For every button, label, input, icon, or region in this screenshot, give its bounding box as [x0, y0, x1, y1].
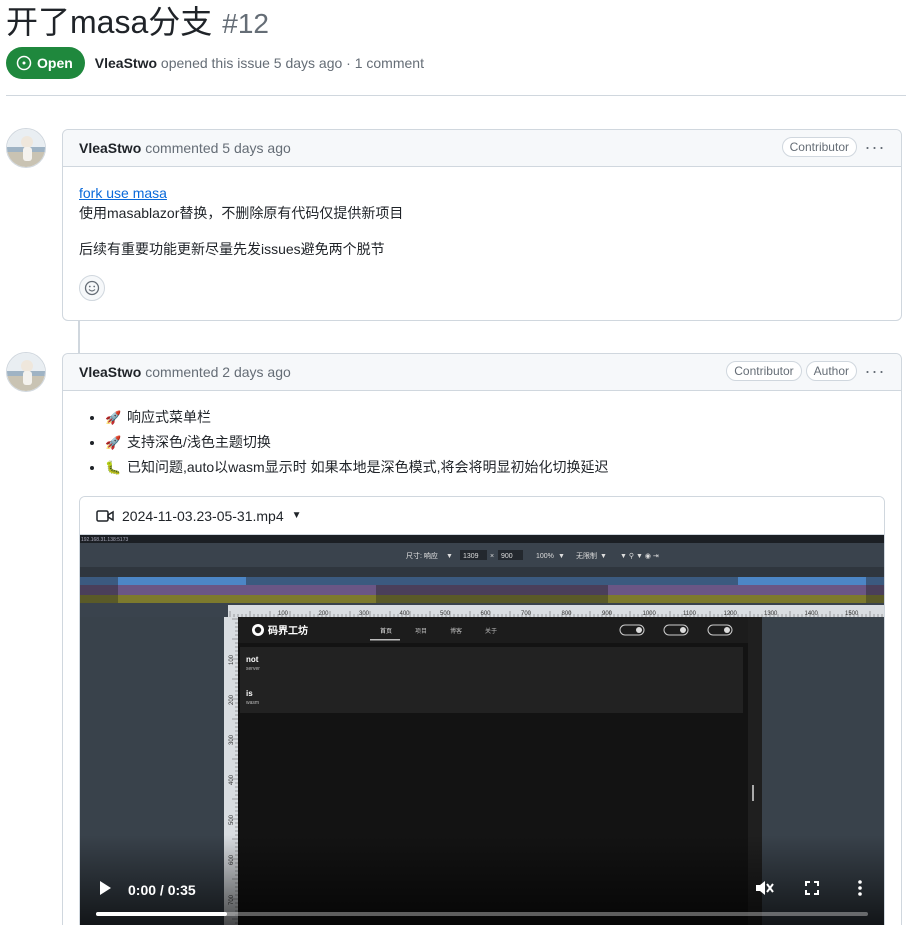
- ruler-label: 500: [440, 611, 451, 617]
- comment-body: fork use masa 使用masablazor替换，不删除原有代码仅提供新…: [63, 167, 901, 317]
- site-nav-item: 首页: [380, 627, 392, 635]
- device-height: 900: [501, 553, 513, 560]
- feature-list: 🚀响应式菜单栏 🚀支持深色/浅色主题切换 🐛已知问题,auto以wasm显示时 …: [79, 405, 885, 480]
- issue-title: 开了masa分支: [6, 4, 213, 40]
- device-throttle: 无限制: [576, 551, 597, 560]
- avatar[interactable]: [6, 128, 46, 168]
- video-time: 0:00 / 0:35: [128, 882, 196, 898]
- site-nav-item: 博客: [450, 627, 462, 635]
- card-title: not: [246, 655, 259, 664]
- video-url-text: 192.168.31.138:5173: [81, 537, 128, 543]
- comment-header-actions: Contributor ···: [781, 137, 889, 157]
- svg-text:▼: ▼: [558, 553, 565, 560]
- vertical-dots-icon: [858, 880, 862, 896]
- issue-meta-text: VleaStwo opened this issue 5 days ago · …: [95, 55, 424, 71]
- contributor-label: Contributor: [726, 361, 802, 381]
- svg-text:▼: ▼: [446, 553, 453, 560]
- ruler-label: 1400: [805, 611, 819, 617]
- state-label: Open: [37, 55, 73, 71]
- card-subtitle: server: [246, 666, 260, 672]
- issue-opened-text: opened this issue 5 days ago · 1 comment: [160, 55, 424, 71]
- comment-card: VleaStwo commented 5 days ago Contributo…: [62, 129, 902, 321]
- ruler-label: 1200: [724, 611, 738, 617]
- site-nav-item: 项目: [415, 628, 427, 635]
- video-still: 192.168.31.138:5173 尺寸: 响应 ▼ 1309 × 900 …: [80, 535, 884, 925]
- device-x: ×: [490, 553, 494, 560]
- issue-meta: Open VleaStwo opened this issue 5 days a…: [6, 47, 424, 79]
- ruler-label: 300: [359, 611, 370, 617]
- issue-author-link[interactable]: VleaStwo: [95, 55, 157, 71]
- video-filename: 2024-11-03.23-05-31.mp4: [122, 507, 284, 524]
- comment-author[interactable]: VleaStwo: [79, 364, 141, 380]
- device-zoom: 100%: [536, 553, 554, 560]
- kebab-menu-icon[interactable]: ···: [861, 138, 889, 156]
- bug-icon: 🐛: [105, 460, 122, 475]
- avatar-image: [7, 353, 45, 391]
- comment-line: 使用masablazor替换，不删除原有代码仅提供新项目: [79, 205, 404, 221]
- comment-header: VleaStwo commented 2 days ago Contributo…: [63, 354, 901, 391]
- list-item: 🚀响应式菜单栏: [105, 405, 885, 430]
- fork-link[interactable]: fork use masa: [79, 185, 167, 201]
- header-divider: [6, 95, 906, 96]
- comment-header: VleaStwo commented 5 days ago Contributo…: [63, 130, 901, 167]
- ruler-label: 400: [400, 611, 411, 617]
- author-label: Author: [805, 361, 857, 381]
- play-button[interactable]: [96, 879, 114, 897]
- ruler-label: 300: [229, 734, 235, 745]
- device-width: 1309: [463, 553, 479, 560]
- svg-text:▼ ⚲ ▼ ◉ ⇥: ▼ ⚲ ▼ ◉ ⇥: [620, 552, 659, 560]
- ruler-label: 800: [562, 611, 573, 617]
- ruler-label: 900: [602, 611, 613, 617]
- ruler-label: 400: [229, 774, 235, 785]
- rocket-icon: 🚀: [105, 410, 122, 425]
- ruler-label: 200: [229, 694, 235, 705]
- avatar[interactable]: [6, 352, 46, 392]
- comment-author[interactable]: VleaStwo: [79, 140, 141, 156]
- card-subtitle: wasm: [246, 700, 259, 706]
- comment-time[interactable]: commented 2 days ago: [145, 364, 291, 380]
- comment-card: VleaStwo commented 2 days ago Contributo…: [62, 353, 902, 925]
- issue-title-row: 开了masa分支 #12: [6, 0, 269, 44]
- more-options-button[interactable]: [856, 879, 864, 897]
- comment-body: 🚀响应式菜单栏 🚀支持深色/浅色主题切换 🐛已知问题,auto以wasm显示时 …: [63, 391, 901, 925]
- site-name: 码界工坊: [268, 624, 308, 637]
- svg-text:▼: ▼: [600, 553, 607, 560]
- issue-open-icon: [16, 55, 32, 71]
- video-header[interactable]: 2024-11-03.23-05-31.mp4 ▼: [80, 497, 884, 535]
- mute-button[interactable]: [754, 879, 774, 897]
- comment-line: 后续有重要功能更新尽量先发issues避免两个脱节: [79, 241, 385, 257]
- issue-number: #12: [222, 8, 269, 39]
- device-size-label: 尺寸: 响应: [406, 551, 438, 560]
- site-nav-item: 关于: [485, 627, 497, 635]
- video-attachment: 2024-11-03.23-05-31.mp4 ▼ 192.168.31.138…: [79, 496, 885, 925]
- muted-icon: [756, 881, 774, 895]
- state-badge: Open: [6, 47, 85, 79]
- comment-time[interactable]: commented 5 days ago: [145, 140, 291, 156]
- avatar-image: [7, 129, 45, 167]
- comment-header-actions: Contributor Author ···: [726, 361, 889, 381]
- fullscreen-button[interactable]: [804, 880, 820, 896]
- video-camera-icon: [96, 509, 114, 522]
- ruler-label: 1000: [643, 611, 657, 617]
- play-icon: [100, 881, 111, 895]
- video-player[interactable]: 192.168.31.138:5173 尺寸: 响应 ▼ 1309 × 900 …: [80, 535, 884, 925]
- progress-fill: [96, 912, 228, 916]
- list-item: 🚀支持深色/浅色主题切换: [105, 430, 885, 455]
- ruler-label: 100: [229, 654, 235, 665]
- ruler-label: 200: [319, 611, 330, 617]
- kebab-menu-icon[interactable]: ···: [861, 362, 889, 380]
- chevron-down-icon: ▼: [291, 509, 302, 521]
- card-title: is: [246, 689, 253, 698]
- rocket-icon: 🚀: [105, 435, 122, 450]
- list-item: 🐛已知问题,auto以wasm显示时 如果本地是深色模式,将会将明显初始化切换延…: [105, 455, 885, 480]
- ruler-label: 1500: [845, 611, 859, 617]
- fullscreen-icon: [805, 881, 819, 895]
- contributor-label: Contributor: [781, 137, 857, 157]
- add-reaction-button[interactable]: [79, 275, 105, 301]
- ruler-label: 100: [278, 611, 289, 617]
- ruler-label: 500: [229, 814, 235, 825]
- smiley-icon: [84, 280, 100, 296]
- progress-track[interactable]: [96, 912, 868, 916]
- timeline-connector: [78, 320, 80, 354]
